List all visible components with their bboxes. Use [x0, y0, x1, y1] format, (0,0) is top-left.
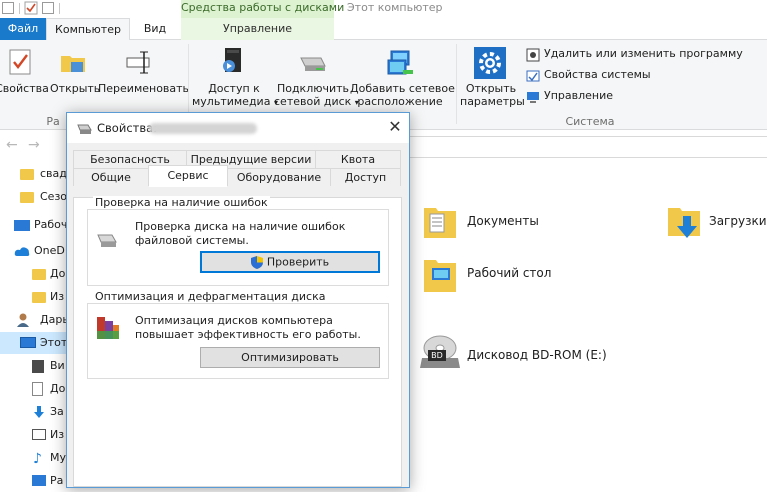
gear-icon — [474, 47, 506, 79]
list-item[interactable]: Ви — [0, 355, 66, 377]
open-folder-icon — [59, 48, 87, 76]
toolbar-divider — [59, 3, 60, 14]
folder-documents[interactable]: Документы — [422, 200, 562, 240]
folder-icon — [32, 269, 46, 280]
music-note-icon: ♪ — [33, 451, 42, 467]
open-button[interactable]: Открыть — [50, 44, 100, 106]
list-item[interactable]: До — [0, 378, 66, 400]
optimize-button[interactable]: Оптимизировать — [200, 347, 380, 368]
system-group-label: Система — [565, 115, 615, 128]
optimization-text: Оптимизация дисков компьютера повышает э… — [135, 314, 361, 341]
tab-view[interactable]: Вид — [132, 18, 178, 40]
list-item[interactable]: За — [0, 401, 66, 423]
list-item[interactable]: свад — [0, 163, 67, 185]
new-folder-icon[interactable] — [42, 2, 54, 14]
computer-icon — [20, 337, 36, 348]
navigation-pane: свад Сезо Рабоч OneD До Из Дары Этот Ви … — [0, 158, 71, 487]
list-item[interactable]: Сезо — [0, 186, 67, 208]
optimization-title: Оптимизация и дефрагментация диска — [93, 290, 328, 303]
drive-icon — [95, 233, 119, 249]
media-server-icon — [219, 46, 249, 78]
media-access-button[interactable]: Доступ к мультимедиа ▾ — [192, 44, 278, 110]
list-item[interactable]: OneD — [0, 240, 66, 262]
properties-button[interactable]: Свойства — [0, 44, 49, 106]
address-bar[interactable] — [406, 136, 767, 158]
drive-icon — [76, 123, 92, 135]
ribbon-group-divider — [456, 44, 457, 124]
properties-check-icon[interactable] — [24, 1, 38, 15]
system-properties-button[interactable]: Свойства системы — [526, 67, 651, 85]
network-drive-icon — [298, 50, 328, 76]
list-item[interactable]: До — [0, 263, 66, 285]
toolbar-divider — [19, 3, 20, 14]
tab-general[interactable]: Общие — [73, 168, 149, 186]
system-properties-icon — [526, 69, 540, 83]
list-item[interactable]: Из — [0, 424, 66, 446]
tab-file[interactable]: Файл — [0, 18, 46, 40]
open-settings-button[interactable]: Открыть параметры — [460, 44, 525, 110]
add-network-location-button[interactable]: Добавить сетевое расположение — [350, 44, 455, 110]
desktop-folder-icon — [422, 254, 458, 294]
location-group-label: Ра — [46, 115, 60, 128]
tab-quota[interactable]: Квота — [315, 150, 401, 168]
defrag-icon — [95, 313, 121, 343]
uac-shield-icon — [250, 255, 263, 269]
tab-computer[interactable]: Компьютер — [46, 18, 130, 41]
document-icon — [32, 382, 43, 396]
folder-icon — [32, 292, 46, 303]
list-item[interactable]: Рабоч — [0, 214, 67, 236]
desktop-icon — [14, 220, 30, 231]
computer-management-button[interactable]: Управление — [526, 88, 613, 106]
onedrive-cloud-icon — [14, 245, 30, 257]
save-icon[interactable] — [2, 2, 14, 14]
uninstall-program-button[interactable]: Удалить или изменить программу — [526, 46, 743, 64]
documents-folder-icon — [422, 202, 458, 240]
folder-downloads[interactable]: Загрузки — [666, 200, 767, 244]
check-button[interactable]: Проверить — [200, 251, 380, 273]
rename-button[interactable]: Переименовать — [98, 44, 189, 106]
active-tab-joiner — [149, 185, 227, 187]
drive-properties-dialog: Свойства: ✕ Безопасность Предыдущие верс… — [66, 112, 410, 488]
list-item[interactable]: Дары — [0, 309, 71, 331]
properties-icon — [8, 48, 32, 76]
computer-management-icon — [526, 90, 540, 104]
network-location-icon — [385, 48, 415, 78]
rename-icon — [126, 48, 154, 76]
video-icon — [32, 360, 44, 373]
folder-icon — [20, 169, 34, 180]
uninstall-icon — [526, 48, 540, 62]
sidebar-item-this-pc[interactable]: Этот — [0, 332, 67, 354]
pictures-icon — [32, 429, 46, 440]
error-checking-title: Проверка на наличие ошибок — [93, 196, 270, 209]
list-item[interactable]: Ра — [0, 470, 66, 492]
tab-sharing[interactable]: Доступ — [330, 168, 401, 186]
map-network-drive-button[interactable]: Подключить сетевой диск ▾ — [274, 44, 359, 110]
downloads-folder-icon — [666, 202, 702, 242]
close-icon[interactable]: ✕ — [385, 117, 405, 137]
window-title: Этот компьютер — [347, 1, 443, 14]
tab-tools[interactable]: Сервис — [148, 165, 228, 186]
list-item[interactable]: ♪ Му — [0, 447, 66, 469]
back-arrow-icon[interactable]: ← — [6, 137, 18, 153]
user-icon — [16, 313, 30, 327]
drive-tools-header: Средства работы с дисками — [181, 0, 344, 18]
error-checking-text: Проверка диска на наличие ошибок файлово… — [135, 220, 346, 247]
tab-hardware[interactable]: Оборудование — [227, 168, 331, 186]
bd-badge: BD — [431, 351, 443, 360]
desktop-icon — [32, 475, 46, 486]
bd-rom-drive[interactable]: BD Дисковод BD-ROM (E:) — [418, 332, 607, 376]
tab-manage[interactable]: Управление — [181, 18, 334, 40]
folder-icon — [20, 192, 34, 203]
folder-desktop[interactable]: Рабочий стол — [422, 252, 582, 296]
download-arrow-icon — [32, 405, 46, 419]
redacted-drive-name — [149, 123, 257, 134]
forward-arrow-icon[interactable]: → — [28, 137, 40, 153]
list-item[interactable]: Из — [0, 286, 66, 308]
